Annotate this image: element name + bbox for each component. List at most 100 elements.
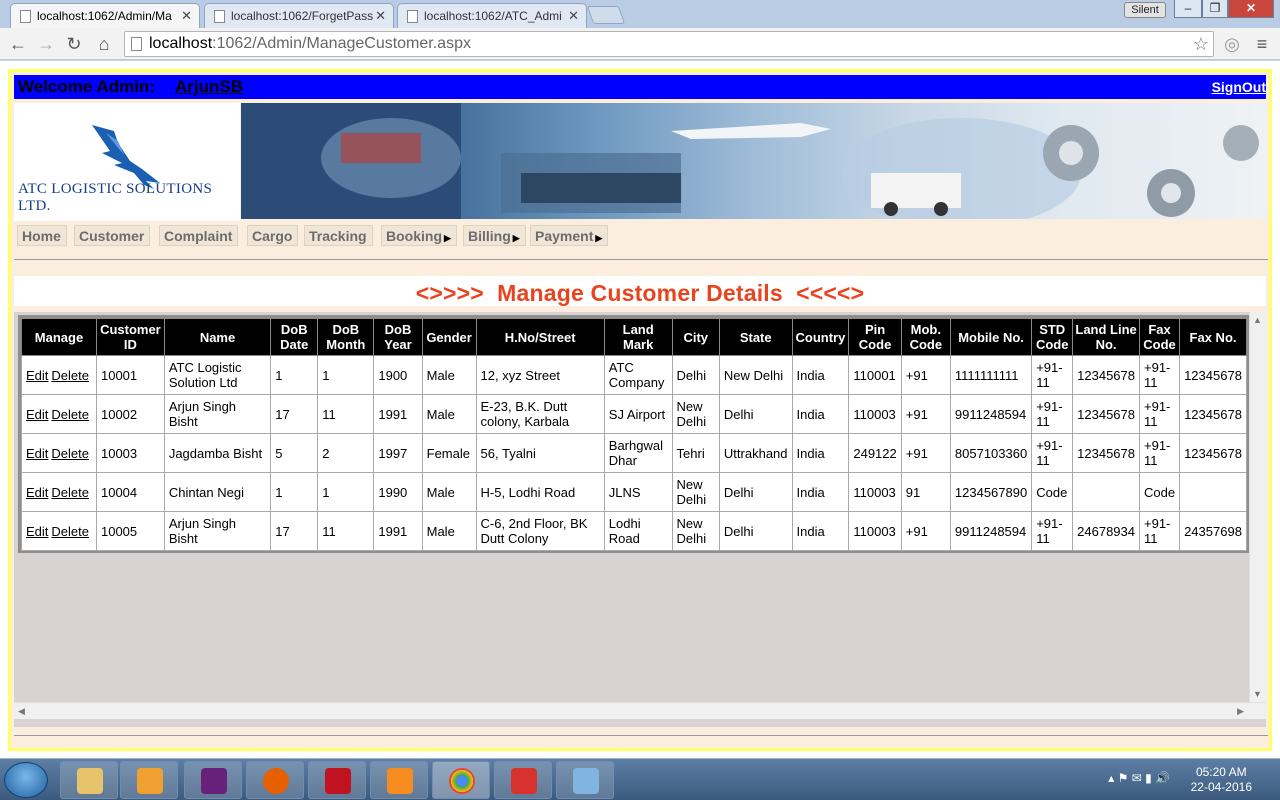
close-icon[interactable]: ✕	[375, 8, 386, 24]
column-header: DoB Date	[270, 318, 319, 356]
taskbar-app[interactable]	[120, 761, 178, 799]
browser-tab-1[interactable]: localhost:1062/Admin/Ma ✕	[10, 3, 200, 28]
taskbar-app[interactable]	[556, 761, 614, 799]
cell-mob-code: +91	[900, 355, 951, 395]
cell-landmark: Lodhi Road	[603, 511, 673, 551]
window-close-button[interactable]: ✕	[1228, 0, 1274, 18]
start-button[interactable]	[4, 762, 48, 798]
browser-tab-3[interactable]: localhost:1062/ATC_Admi ✕	[397, 3, 587, 28]
header-banner-image	[241, 103, 1267, 219]
forward-icon[interactable]: →	[34, 32, 58, 56]
taskbar-app[interactable]	[184, 761, 242, 799]
edit-link[interactable]: Edit	[26, 368, 48, 383]
cell-mobile: 9911248594	[949, 394, 1033, 434]
home-icon[interactable]: ⌂	[92, 32, 116, 56]
delete-link[interactable]: Delete	[51, 446, 89, 461]
cell-dob-year: 1997	[373, 433, 423, 473]
cell-country: India	[791, 511, 850, 551]
new-tab-button[interactable]	[586, 6, 626, 24]
edit-link[interactable]: Edit	[26, 446, 48, 461]
menu-home[interactable]: Home	[17, 225, 67, 246]
signout-link[interactable]: SignOut	[1212, 79, 1266, 95]
taskbar-app[interactable]	[246, 761, 304, 799]
delete-link[interactable]: Delete	[51, 368, 89, 383]
bookmark-star-icon[interactable]: ☆	[1193, 32, 1209, 56]
page-frame: Welcome Admin: ArjunSB SignOut ATC LOGIS…	[8, 69, 1272, 751]
column-header: Fax Code	[1138, 318, 1181, 356]
cell-dob-date: 1	[270, 355, 319, 395]
cell-pin: 110003	[848, 472, 902, 512]
taskbar-app[interactable]	[494, 761, 552, 799]
minimize-button[interactable]: –	[1174, 0, 1202, 18]
company-name: ATC LOGISTIC SOLUTIONS LTD.	[18, 181, 213, 214]
table-row: Edit Delete 10004 Chintan Negi 1 1 1990 Male H-5…	[21, 472, 1247, 512]
cell-fax-code: +91-11	[1138, 433, 1181, 473]
cell-state: New Delhi	[718, 355, 793, 395]
menu-label: Cargo	[252, 228, 293, 244]
scroll-left-icon[interactable]: ◀	[18, 706, 25, 717]
delete-link[interactable]: Delete	[51, 485, 89, 500]
close-icon[interactable]: ✕	[181, 8, 192, 24]
cell-pin: 110003	[848, 394, 902, 434]
menu-tracking[interactable]: Tracking	[304, 225, 373, 246]
cell-mobile: 1111111111	[949, 355, 1033, 395]
edit-link[interactable]: Edit	[26, 524, 48, 539]
username-link[interactable]: ArjunSB	[175, 77, 243, 97]
taskbar-app[interactable]	[308, 761, 366, 799]
cell-id: 10003	[95, 433, 165, 473]
system-clock[interactable]: 05:20 AM 22-04-2016	[1191, 765, 1252, 795]
scroll-down-icon[interactable]: ▼	[1253, 689, 1262, 699]
menu-icon[interactable]: ≡	[1250, 32, 1274, 56]
cell-pin: 110001	[848, 355, 902, 395]
maximize-button[interactable]: ❐	[1202, 0, 1228, 18]
cell-state: Delhi	[718, 394, 793, 434]
page-viewport: Welcome Admin: ArjunSB SignOut ATC LOGIS…	[0, 61, 1280, 758]
column-header: Customer ID	[95, 318, 165, 356]
cell-id: 10005	[95, 511, 165, 551]
scroll-right-icon[interactable]: ▶	[1237, 706, 1244, 717]
divider	[14, 735, 1268, 736]
browser-tab-2[interactable]: localhost:1062/ForgetPass ✕	[204, 3, 394, 28]
vertical-scrollbar[interactable]: ▲ ▼	[1249, 312, 1266, 702]
cell-std-code: +91-11	[1031, 433, 1074, 473]
extension-icon[interactable]: ◎	[1220, 32, 1244, 56]
scroll-up-icon[interactable]: ▲	[1253, 315, 1262, 325]
close-icon[interactable]: ✕	[568, 8, 579, 24]
taskbar-app[interactable]	[60, 761, 118, 799]
manage-cell: Edit Delete	[21, 355, 97, 395]
menu-customer[interactable]: Customer	[74, 225, 151, 246]
edit-link[interactable]: Edit	[26, 407, 48, 422]
menu-payment[interactable]: Payment ▶	[530, 225, 609, 246]
menu-booking[interactable]: Booking ▶	[381, 225, 457, 246]
profile-badge[interactable]: Silent	[1124, 2, 1166, 18]
cell-landline	[1072, 472, 1140, 512]
menu-complaint[interactable]: Complaint	[159, 225, 239, 246]
table-row: Edit Delete 10005 Arjun Singh Bisht 17 11 1991…	[21, 511, 1247, 551]
taskbar-app[interactable]	[370, 761, 428, 799]
table-row: Edit Delete 10003 Jagdamba Bisht 5 2 1997 Femal…	[21, 433, 1247, 473]
cell-landmark: JLNS	[603, 472, 673, 512]
taskbar-app[interactable]	[432, 761, 490, 799]
cell-fax-code: +91-11	[1138, 394, 1181, 434]
delete-link[interactable]: Delete	[51, 524, 89, 539]
cell-id: 10004	[95, 472, 165, 512]
cell-street: 12, xyz Street	[475, 355, 605, 395]
cell-mob-code: +91	[900, 394, 951, 434]
menu-cargo[interactable]: Cargo	[247, 225, 299, 246]
back-icon[interactable]: ←	[6, 32, 30, 56]
cell-dob-date: 1	[270, 472, 319, 512]
cell-name: ATC Logistic Solution Ltd	[163, 355, 272, 395]
edit-link[interactable]: Edit	[26, 485, 48, 500]
column-header: Mob. Code	[900, 318, 951, 356]
tray-icons[interactable]: ▴ ⚑ ✉ ▮ 🔊	[1108, 771, 1170, 785]
horizontal-scrollbar[interactable]: ◀ ▶	[14, 702, 1266, 719]
delete-link[interactable]: Delete	[51, 407, 89, 422]
cell-dob-month: 11	[317, 394, 375, 434]
cell-dob-month: 11	[317, 511, 375, 551]
cell-city: New Delhi	[671, 394, 720, 434]
reload-icon[interactable]: ↻	[62, 32, 86, 56]
cell-dob-year: 1900	[373, 355, 423, 395]
menu-billing[interactable]: Billing ▶	[463, 225, 526, 246]
address-bar[interactable]: localhost:1062/Admin/ManageCustomer.aspx…	[124, 31, 1214, 57]
column-header: DoB Year	[373, 318, 423, 356]
